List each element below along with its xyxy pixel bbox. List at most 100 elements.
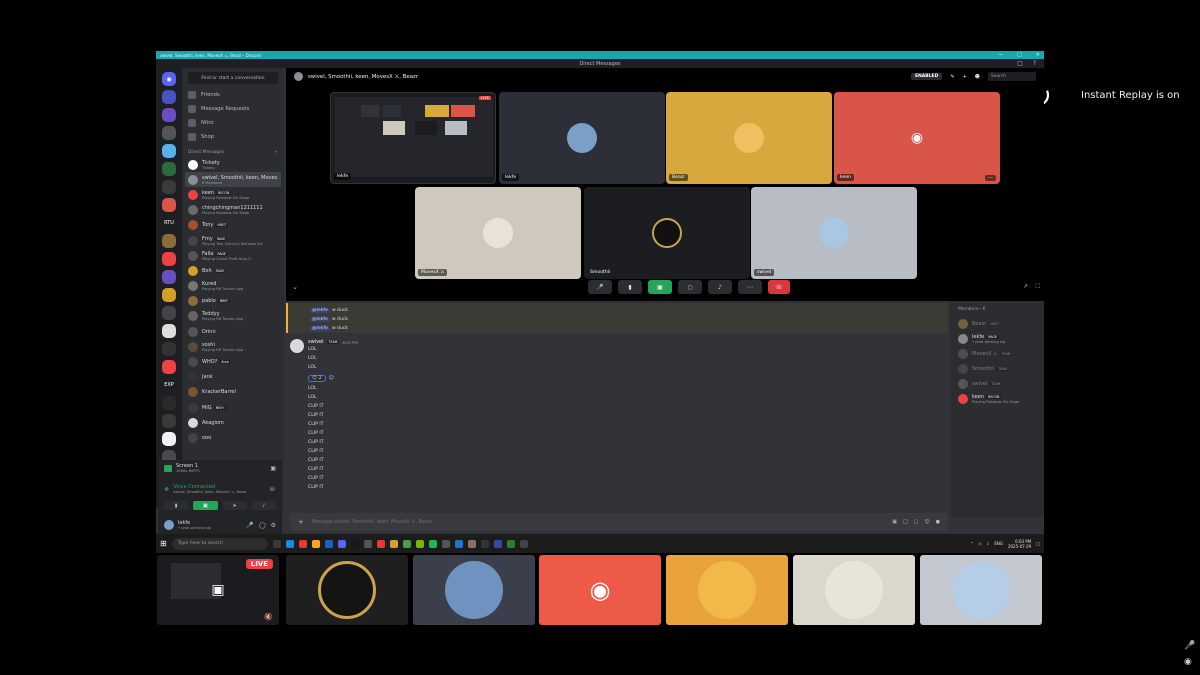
activity-button[interactable]: ○ (678, 280, 702, 294)
server-icon[interactable] (162, 252, 176, 266)
screen-share-button[interactable]: ▣ (648, 280, 672, 294)
network-icon[interactable]: ◇ (979, 541, 982, 546)
search-input[interactable]: Search (988, 72, 1036, 81)
dm-item[interactable]: Boh RAGE (182, 263, 284, 278)
dm-item[interactable]: Teddyy Playing R6 Tracker App (182, 309, 284, 324)
nvidia-icon[interactable] (415, 539, 424, 548)
dm-item[interactable]: keen RECON Playing Rainbow Six Siege (182, 187, 284, 202)
message-composer[interactable]: + Message swivel, Smoothii, keen, MovesX… (290, 513, 948, 531)
member-item[interactable]: Smoothii TEAM (950, 361, 1044, 376)
video-tile-movesx[interactable]: MovesX ⚔ (415, 187, 581, 279)
server-icon[interactable] (162, 234, 176, 248)
video-tile-swivel[interactable]: swivel (751, 187, 917, 279)
steam-icon[interactable] (350, 539, 359, 548)
chevron-down-icon[interactable]: ⌄ (292, 283, 298, 291)
record-icon[interactable]: ◉ (1184, 657, 1192, 667)
app-icon[interactable] (454, 539, 463, 548)
activities-button[interactable]: ➤ (222, 501, 247, 510)
app-icon[interactable] (480, 539, 489, 548)
find-conversation-button[interactable]: Find or start a conversation (188, 72, 278, 84)
enabled-badge[interactable]: ENABLED (910, 73, 943, 80)
minimize-icon[interactable]: — (998, 52, 1003, 58)
mention[interactable]: @lekfe (310, 326, 330, 331)
app-icon[interactable] (519, 539, 528, 548)
dm-item[interactable]: KrackerBarrel (182, 385, 284, 400)
apps-icon[interactable]: ● (936, 519, 940, 525)
gift-icon[interactable]: ▣ (892, 519, 897, 525)
headphones-icon[interactable]: ◯ (259, 522, 266, 529)
video-tile-smoothii[interactable]: Smoothii (584, 187, 750, 279)
mic-icon[interactable]: 🎤 (246, 522, 253, 529)
more-button[interactable]: ⋯ (738, 280, 762, 294)
video-tile-lekfe[interactable]: lekfe (499, 92, 665, 184)
server-icon[interactable] (162, 342, 176, 356)
dm-item[interactable]: swivel, Smoothii, keen, Moves... 6 Member… (185, 172, 281, 188)
gear-icon[interactable]: ⚙ (271, 522, 276, 529)
xbox-icon[interactable] (402, 539, 411, 548)
maximize-icon[interactable]: □ (1017, 52, 1022, 58)
member-item[interactable]: lekfe RAGE • prob winning sig (950, 331, 1044, 346)
server-icon[interactable] (162, 432, 176, 446)
server-icon[interactable] (162, 162, 176, 176)
add-dm-icon[interactable]: + (274, 150, 278, 155)
video-tile-keen[interactable]: ◉ keen ⋯ (834, 92, 1000, 184)
video-tile-beazr[interactable]: Beazr (666, 92, 832, 184)
avatar[interactable] (164, 520, 174, 530)
discord-icon[interactable] (337, 539, 346, 548)
spotify-icon[interactable] (428, 539, 437, 548)
volume-icon[interactable]: ♪ (987, 541, 990, 546)
dm-item[interactable]: Kured Playing R6 Tracker App (182, 279, 284, 294)
server-icon[interactable]: EXP (162, 378, 176, 392)
server-icon[interactable] (162, 288, 176, 302)
add-reaction-icon[interactable]: ☺ (329, 375, 334, 381)
leave-call-button[interactable]: ☏ (768, 280, 790, 294)
dm-item[interactable]: Tickety Tickety (182, 157, 284, 172)
member-item[interactable]: MovesX ⚔ TEAM (950, 346, 1044, 361)
video-tile-stream[interactable]: LIVE lekfe (330, 92, 496, 184)
server-icon[interactable] (162, 414, 176, 428)
app-icon[interactable] (441, 539, 450, 548)
nav-shop[interactable]: Shop (182, 130, 284, 144)
clock[interactable]: 6:03 PM 2025-07-29 (1008, 539, 1031, 549)
attach-plus-icon[interactable]: + (298, 518, 304, 526)
dm-item[interactable]: chingchingman1211111 Playing Rainbow Six … (182, 203, 284, 218)
strip-tile-self-screen[interactable]: ▣ LIVE 🔇 (157, 555, 279, 625)
tray-chevron-icon[interactable]: ⌃ (970, 541, 973, 546)
member-item[interactable]: swivel TEAM (950, 376, 1044, 391)
camera-button[interactable]: ▮ (164, 501, 189, 510)
explorer-icon[interactable] (311, 539, 320, 548)
emoji-icon[interactable]: ☺ (924, 519, 929, 525)
disconnect-icon[interactable]: ☏ (268, 486, 276, 493)
app-icon[interactable] (324, 539, 333, 548)
member-item[interactable]: Beazr NRGT (950, 316, 1044, 331)
windows-start-icon[interactable]: ⊞ (160, 539, 167, 548)
dm-item[interactable]: Tony NRGT (182, 218, 284, 233)
members-icon[interactable]: ☻ (975, 74, 980, 80)
mic-icon[interactable]: 🎤 (1184, 641, 1195, 651)
server-icon[interactable] (162, 144, 176, 158)
help-icon[interactable]: ? (1033, 60, 1036, 67)
server-icon[interactable] (162, 198, 176, 212)
soundboard-button[interactable]: ♪ (708, 280, 732, 294)
add-friend-icon[interactable]: + (963, 74, 967, 80)
chrome-icon[interactable] (376, 539, 385, 548)
nav-friends[interactable]: Friends (182, 88, 284, 102)
avatar[interactable] (290, 339, 304, 353)
popout-icon[interactable]: ↗ (1023, 283, 1028, 290)
soundboard-button[interactable]: ♪ (251, 501, 276, 510)
share-screen-button[interactable]: ▣ (193, 501, 218, 510)
strip-tile-swivel[interactable] (920, 555, 1042, 625)
video-button[interactable]: ▮ (618, 280, 642, 294)
mention[interactable]: @lekfe (310, 308, 330, 313)
home-discord-icon[interactable]: ◉ (162, 72, 176, 86)
member-item[interactable]: keen RECON Playing Rainbow Six Siege (950, 391, 1044, 406)
notification-icon[interactable]: □ (1036, 541, 1040, 546)
dm-item[interactable]: soshi Playing R6 Tracker App (182, 339, 284, 354)
dm-item[interactable]: ooo (182, 430, 284, 445)
dm-item[interactable]: pablo BRKT (182, 294, 284, 309)
screen-popout-icon[interactable]: ▣ (270, 465, 276, 472)
dm-item[interactable]: Drinn (182, 324, 284, 339)
server-icon[interactable] (162, 108, 176, 122)
dm-item[interactable]: Falla RAGE Playing Grand Theft Auto V (182, 248, 284, 263)
server-icon[interactable] (162, 270, 176, 284)
